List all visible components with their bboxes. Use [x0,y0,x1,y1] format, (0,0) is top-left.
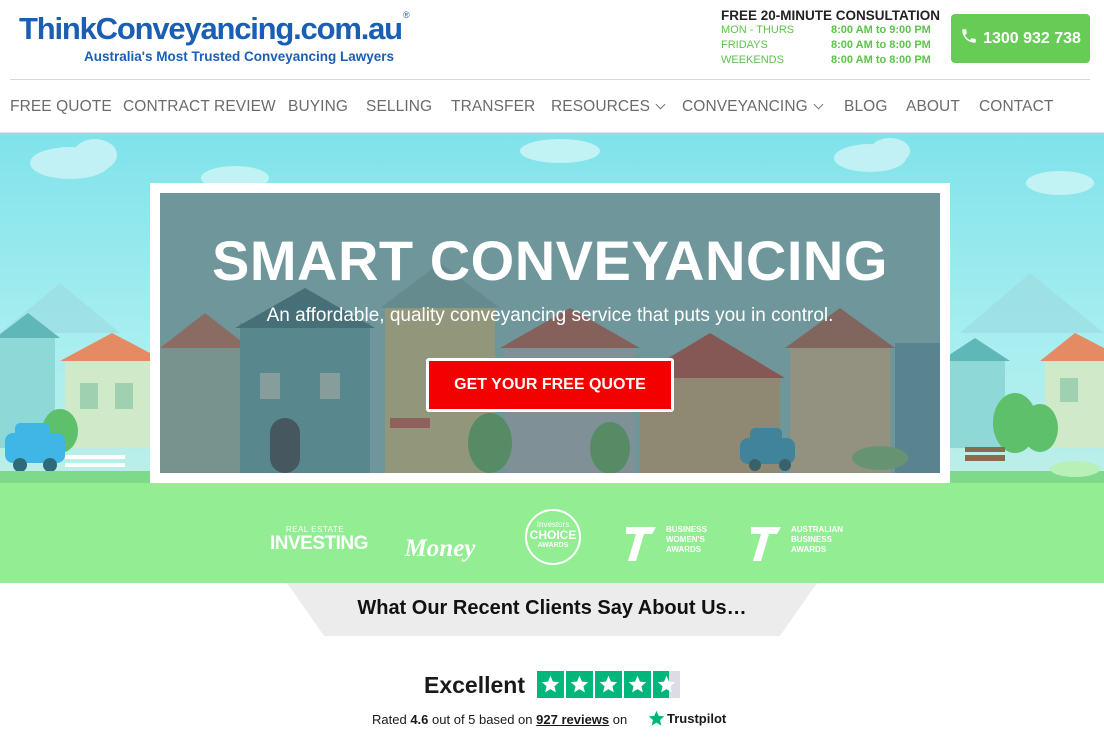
nav-label: RESOURCES [551,98,651,115]
real-estate-investing-logo: REAL ESTATE INVESTING [270,525,368,554]
phone-icon [960,27,978,50]
nav-label: CONTRACT REVIEW [123,98,276,115]
consultation-hours: FREE 20-MINUTE CONSULTATION MON - THURS … [721,8,941,68]
star-icon [537,671,564,698]
nav-item-free-quote[interactable]: FREE QUOTE [10,98,112,116]
nav-label: BUYING [288,98,349,115]
nav-item-contact[interactable]: CONTACT [979,98,1053,116]
australian-business-awards-logo: AUSTRALIAN BUSINESS AWARDS [749,523,849,565]
chevron-down-icon [655,99,666,110]
hours-row: FRIDAYS 8:00 AM to 8:00 PM [721,38,941,53]
site-logo[interactable]: ThinkConveyancing.com.au ® Australia's M… [19,10,414,68]
star-icon [624,671,651,698]
hours-row: WEEKENDS 8:00 AM to 8:00 PM [721,53,941,68]
money-magazine-logo: Money [398,535,482,563]
hours-row: MON - THURS 8:00 AM to 9:00 PM [721,23,941,38]
nav-item-blog[interactable]: BLOG [844,98,887,116]
rating-word: Excellent [424,672,525,698]
hours-time: 8:00 AM to 8:00 PM [831,39,931,51]
main-nav: FREE QUOTE CONTRACT REVIEW BUYING SELLIN… [0,80,1104,133]
review-count-link[interactable]: 927 reviews [536,712,609,727]
hero-section: SMART CONVEYANCING An affordable, qualit… [0,133,1104,483]
star-icon [566,671,593,698]
logo-registered-mark: ® [403,10,410,20]
trustpilot-brand: Trustpilot [667,711,727,726]
award-text: INVESTING [270,533,368,554]
hours-time: 8:00 AM to 9:00 PM [831,24,931,36]
rating-out-of: out of 5 based on [432,712,533,727]
chevron-down-icon [813,99,824,110]
rated-prefix: Rated [372,712,407,727]
nav-label: SELLING [366,98,433,115]
star-icon [653,671,680,698]
hours-title: FREE 20-MINUTE CONSULTATION [721,8,940,23]
nav-item-conveyancing[interactable]: CONVEYANCING [682,98,824,116]
nav-item-transfer[interactable]: TRANSFER [451,98,535,116]
nav-label: TRANSFER [451,98,536,115]
award-text: AWARDS [537,542,569,549]
nav-label: CONVEYANCING [682,98,808,115]
nav-label: ABOUT [906,98,960,115]
award-text: AWARDS [666,545,702,554]
nav-label: CONTACT [979,98,1054,115]
trustpilot-star-icon [648,710,665,726]
hours-day: WEEKENDS [721,54,784,66]
get-free-quote-button[interactable]: GET YOUR FREE QUOTE [426,358,674,412]
nav-item-buying[interactable]: BUYING [288,98,348,116]
reviews-heading: What Our Recent Clients Say About Us… [357,597,747,619]
business-womens-awards-logo: BUSINESS WOMEN'S AWARDS [624,523,714,565]
hours-day: FRIDAYS [721,39,768,51]
rating-summary: Rated 4.6 out of 5 based on 927 reviews … [372,712,627,727]
phone-number: 1300 932 738 [983,29,1081,47]
hours-time: 8:00 AM to 8:00 PM [831,54,931,66]
rating-score: 4.6 [410,712,429,727]
award-text: CHOICE [529,528,577,542]
trustpilot-stars[interactable] [537,671,680,698]
awards-strip: REAL ESTATE INVESTING Money Investors CH… [0,483,1104,583]
nav-label: BLOG [844,98,888,115]
award-text: AWARDS [791,545,827,554]
nav-label: FREE QUOTE [10,98,112,115]
award-text: BUSINESS [791,535,832,544]
award-text: Money [404,535,476,562]
investors-choice-awards-logo: Investors CHOICE AWARDS [525,509,581,565]
telstra-t-icon [626,527,656,561]
hero-title: SMART CONVEYANCING [212,229,888,292]
award-text: BUSINESS [666,525,707,534]
nav-item-selling[interactable]: SELLING [366,98,432,116]
logo-tagline: Australia's Most Trusted Conveyancing La… [84,49,395,64]
award-text: WOMEN'S [666,535,705,544]
rating-on: on [612,712,628,727]
award-text: AUSTRALIAN [791,525,843,534]
nav-item-resources[interactable]: RESOURCES [551,98,666,116]
nav-item-about[interactable]: ABOUT [906,98,960,116]
hours-day: MON - THURS [721,24,795,36]
hero-subtitle: An affordable, quality conveyancing serv… [266,305,834,326]
site-header: ThinkConveyancing.com.au ® Australia's M… [0,0,1104,80]
telstra-t-icon [751,527,781,561]
nav-item-contract-review[interactable]: CONTRACT REVIEW [123,98,276,116]
phone-button[interactable]: 1300 932 738 [951,14,1090,63]
hero-frame: SMART CONVEYANCING An affordable, qualit… [150,183,950,483]
page: ThinkConveyancing.com.au ® Australia's M… [0,0,1104,752]
trustpilot-logo[interactable]: Trustpilot [648,710,726,727]
logo-text: ThinkConveyancing.com.au [19,11,403,46]
star-icon [595,671,622,698]
